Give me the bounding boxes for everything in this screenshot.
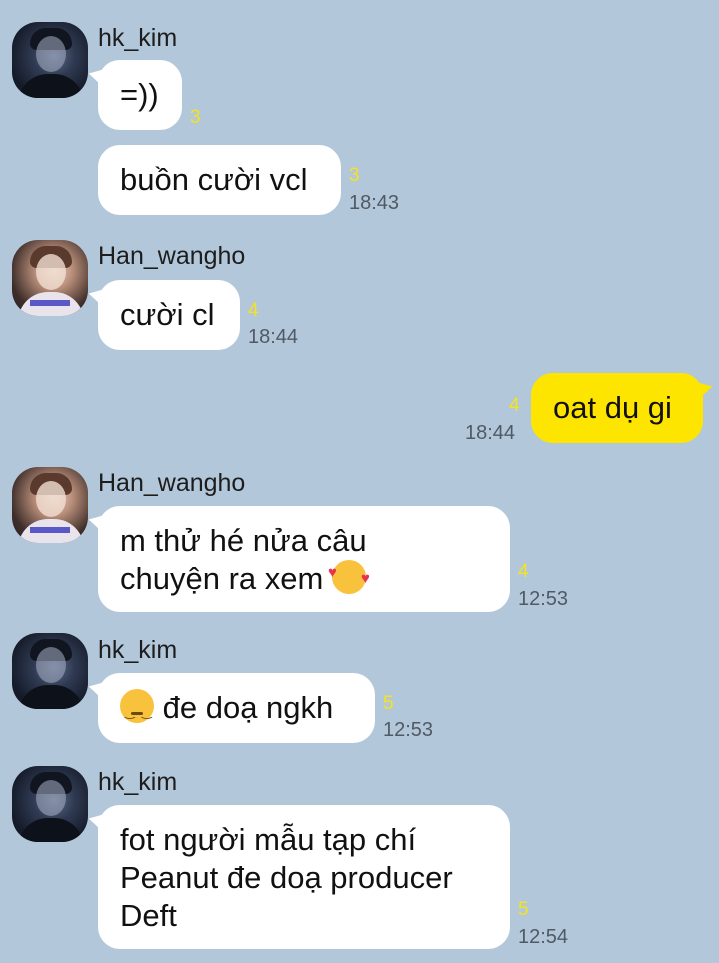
sender-name: Han_wangho (98, 242, 246, 270)
message-text-line: m thử hé nửa câu (120, 523, 367, 558)
pensive-face-emoji (120, 689, 154, 731)
message-time: 18:44 (248, 326, 299, 348)
avatar-hk-kim[interactable] (12, 22, 88, 98)
message-time: 12:53 (518, 588, 569, 610)
smiling-face-with-hearts-emoji (328, 554, 370, 598)
avatar-han-wangho[interactable] (12, 467, 88, 543)
message-text-line: Peanut đe doạ producer (120, 860, 453, 895)
message-bubble[interactable]: m thử hé nửa câu chuyện ra xem (98, 506, 510, 612)
message-time: 18:44 (465, 422, 516, 444)
message-text: buồn cười vcl (120, 162, 308, 197)
message-bubble-outgoing[interactable]: oat dụ gi (531, 373, 703, 443)
message-bubble[interactable]: cười cl (98, 280, 240, 350)
sender-name: hk_kim (98, 636, 178, 664)
message-time: 12:53 (383, 719, 434, 741)
unread-count: 3 (190, 107, 201, 128)
unread-count: 3 (349, 165, 360, 186)
message-text-line: chuyện ra xem (120, 561, 324, 596)
message-bubble[interactable]: fot người mẫu tạp chí Peanut đe doạ prod… (98, 805, 510, 949)
unread-count: 4 (509, 395, 520, 416)
message-text: cười cl (120, 297, 215, 332)
message-text: đe doạ ngkh (162, 690, 334, 725)
sender-name: Han_wangho (98, 469, 246, 497)
message-text-line: Deft (120, 898, 177, 933)
message-bubble[interactable]: đe doạ ngkh (98, 673, 375, 743)
message-time: 18:43 (349, 192, 400, 214)
message-text: =)) (120, 77, 159, 112)
message-bubble[interactable]: =)) (98, 60, 182, 130)
unread-count: 5 (383, 693, 394, 714)
unread-count: 4 (248, 300, 259, 321)
sender-name: hk_kim (98, 24, 178, 52)
unread-count: 4 (518, 561, 529, 582)
avatar-han-wangho[interactable] (12, 240, 88, 316)
avatar-hk-kim[interactable] (12, 766, 88, 842)
message-bubble[interactable]: buồn cười vcl (98, 145, 341, 215)
avatar-hk-kim[interactable] (12, 633, 88, 709)
message-text: oat dụ gi (553, 390, 672, 425)
message-time: 12:54 (518, 926, 569, 948)
sender-name: hk_kim (98, 768, 178, 796)
unread-count: 5 (518, 899, 529, 920)
message-text-line: fot người mẫu tạp chí (120, 822, 417, 857)
